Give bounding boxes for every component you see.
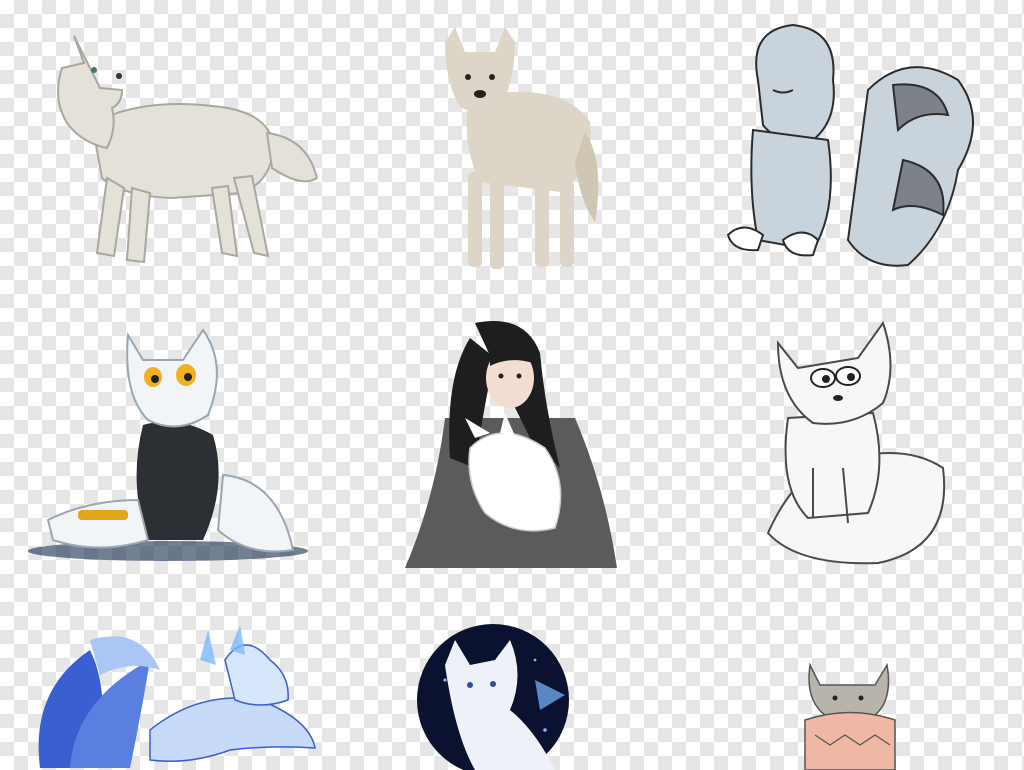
wolf-circle-night — [415, 620, 575, 770]
fox-sweater-sketch-icon — [804, 662, 896, 770]
cartoon-wolf-sitting — [28, 325, 318, 565]
wolf-circle-night-icon — [417, 624, 569, 770]
arctic-fox-drawing-icon — [766, 320, 946, 565]
woman-holding-fox — [405, 318, 617, 568]
image-grid — [0, 0, 1024, 770]
fox-sweater-sketch — [795, 660, 905, 770]
blue-nine-tail-fox-icon — [38, 625, 316, 768]
arctic-fox-drawing — [758, 318, 948, 568]
nine-tail-fox-icon — [726, 23, 974, 267]
woman-holding-fox-icon — [405, 321, 617, 568]
nine-tail-fox — [718, 20, 988, 275]
wolf-drawing-icon — [57, 35, 319, 264]
white-wolf-photo — [420, 22, 600, 272]
wolf-drawing — [22, 28, 322, 268]
white-wolf-photo-icon — [445, 27, 599, 269]
cartoon-wolf-sitting-icon — [28, 328, 308, 561]
blue-nine-tail-fox — [30, 625, 320, 770]
